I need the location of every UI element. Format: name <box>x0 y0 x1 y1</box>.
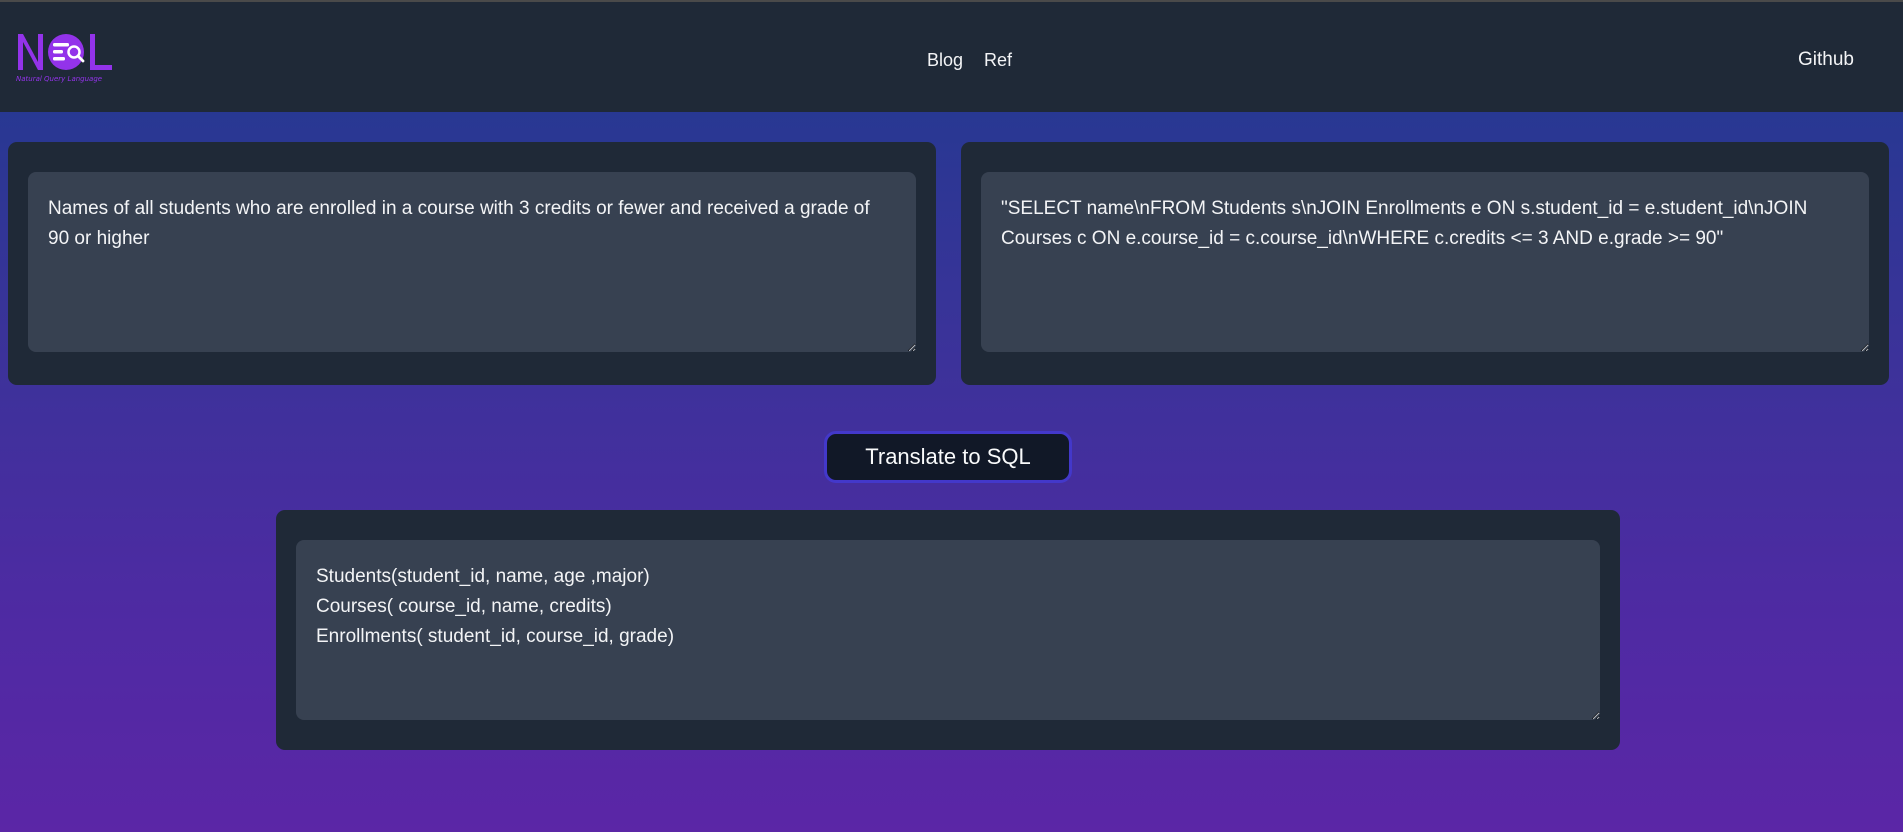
navbar: Natural Query Language Blog Ref Github <box>0 2 1903 112</box>
question-panel: Names of all students who are enrolled i… <box>8 142 936 385</box>
sql-output-panel: "SELECT name\nFROM Students s\nJOIN Enro… <box>961 142 1889 385</box>
sql-output-field[interactable]: "SELECT name\nFROM Students s\nJOIN Enro… <box>981 172 1869 352</box>
translate-to-sql-button[interactable]: Translate to SQL <box>824 431 1072 483</box>
logo[interactable]: Natural Query Language <box>14 26 118 86</box>
nav-link-blog[interactable]: Blog <box>927 49 963 71</box>
schema-input[interactable]: Students(student_id, name, age ,major) C… <box>296 540 1600 720</box>
nav-link-ref[interactable]: Ref <box>984 49 1012 71</box>
github-link[interactable]: Github <box>1798 49 1854 71</box>
nav-links: Blog Ref <box>927 49 1012 71</box>
nql-logo-icon: Natural Query Language <box>16 34 112 83</box>
schema-panel: Students(student_id, name, age ,major) C… <box>276 510 1620 750</box>
logo-tagline: Natural Query Language <box>16 75 102 83</box>
question-input[interactable]: Names of all students who are enrolled i… <box>28 172 916 352</box>
